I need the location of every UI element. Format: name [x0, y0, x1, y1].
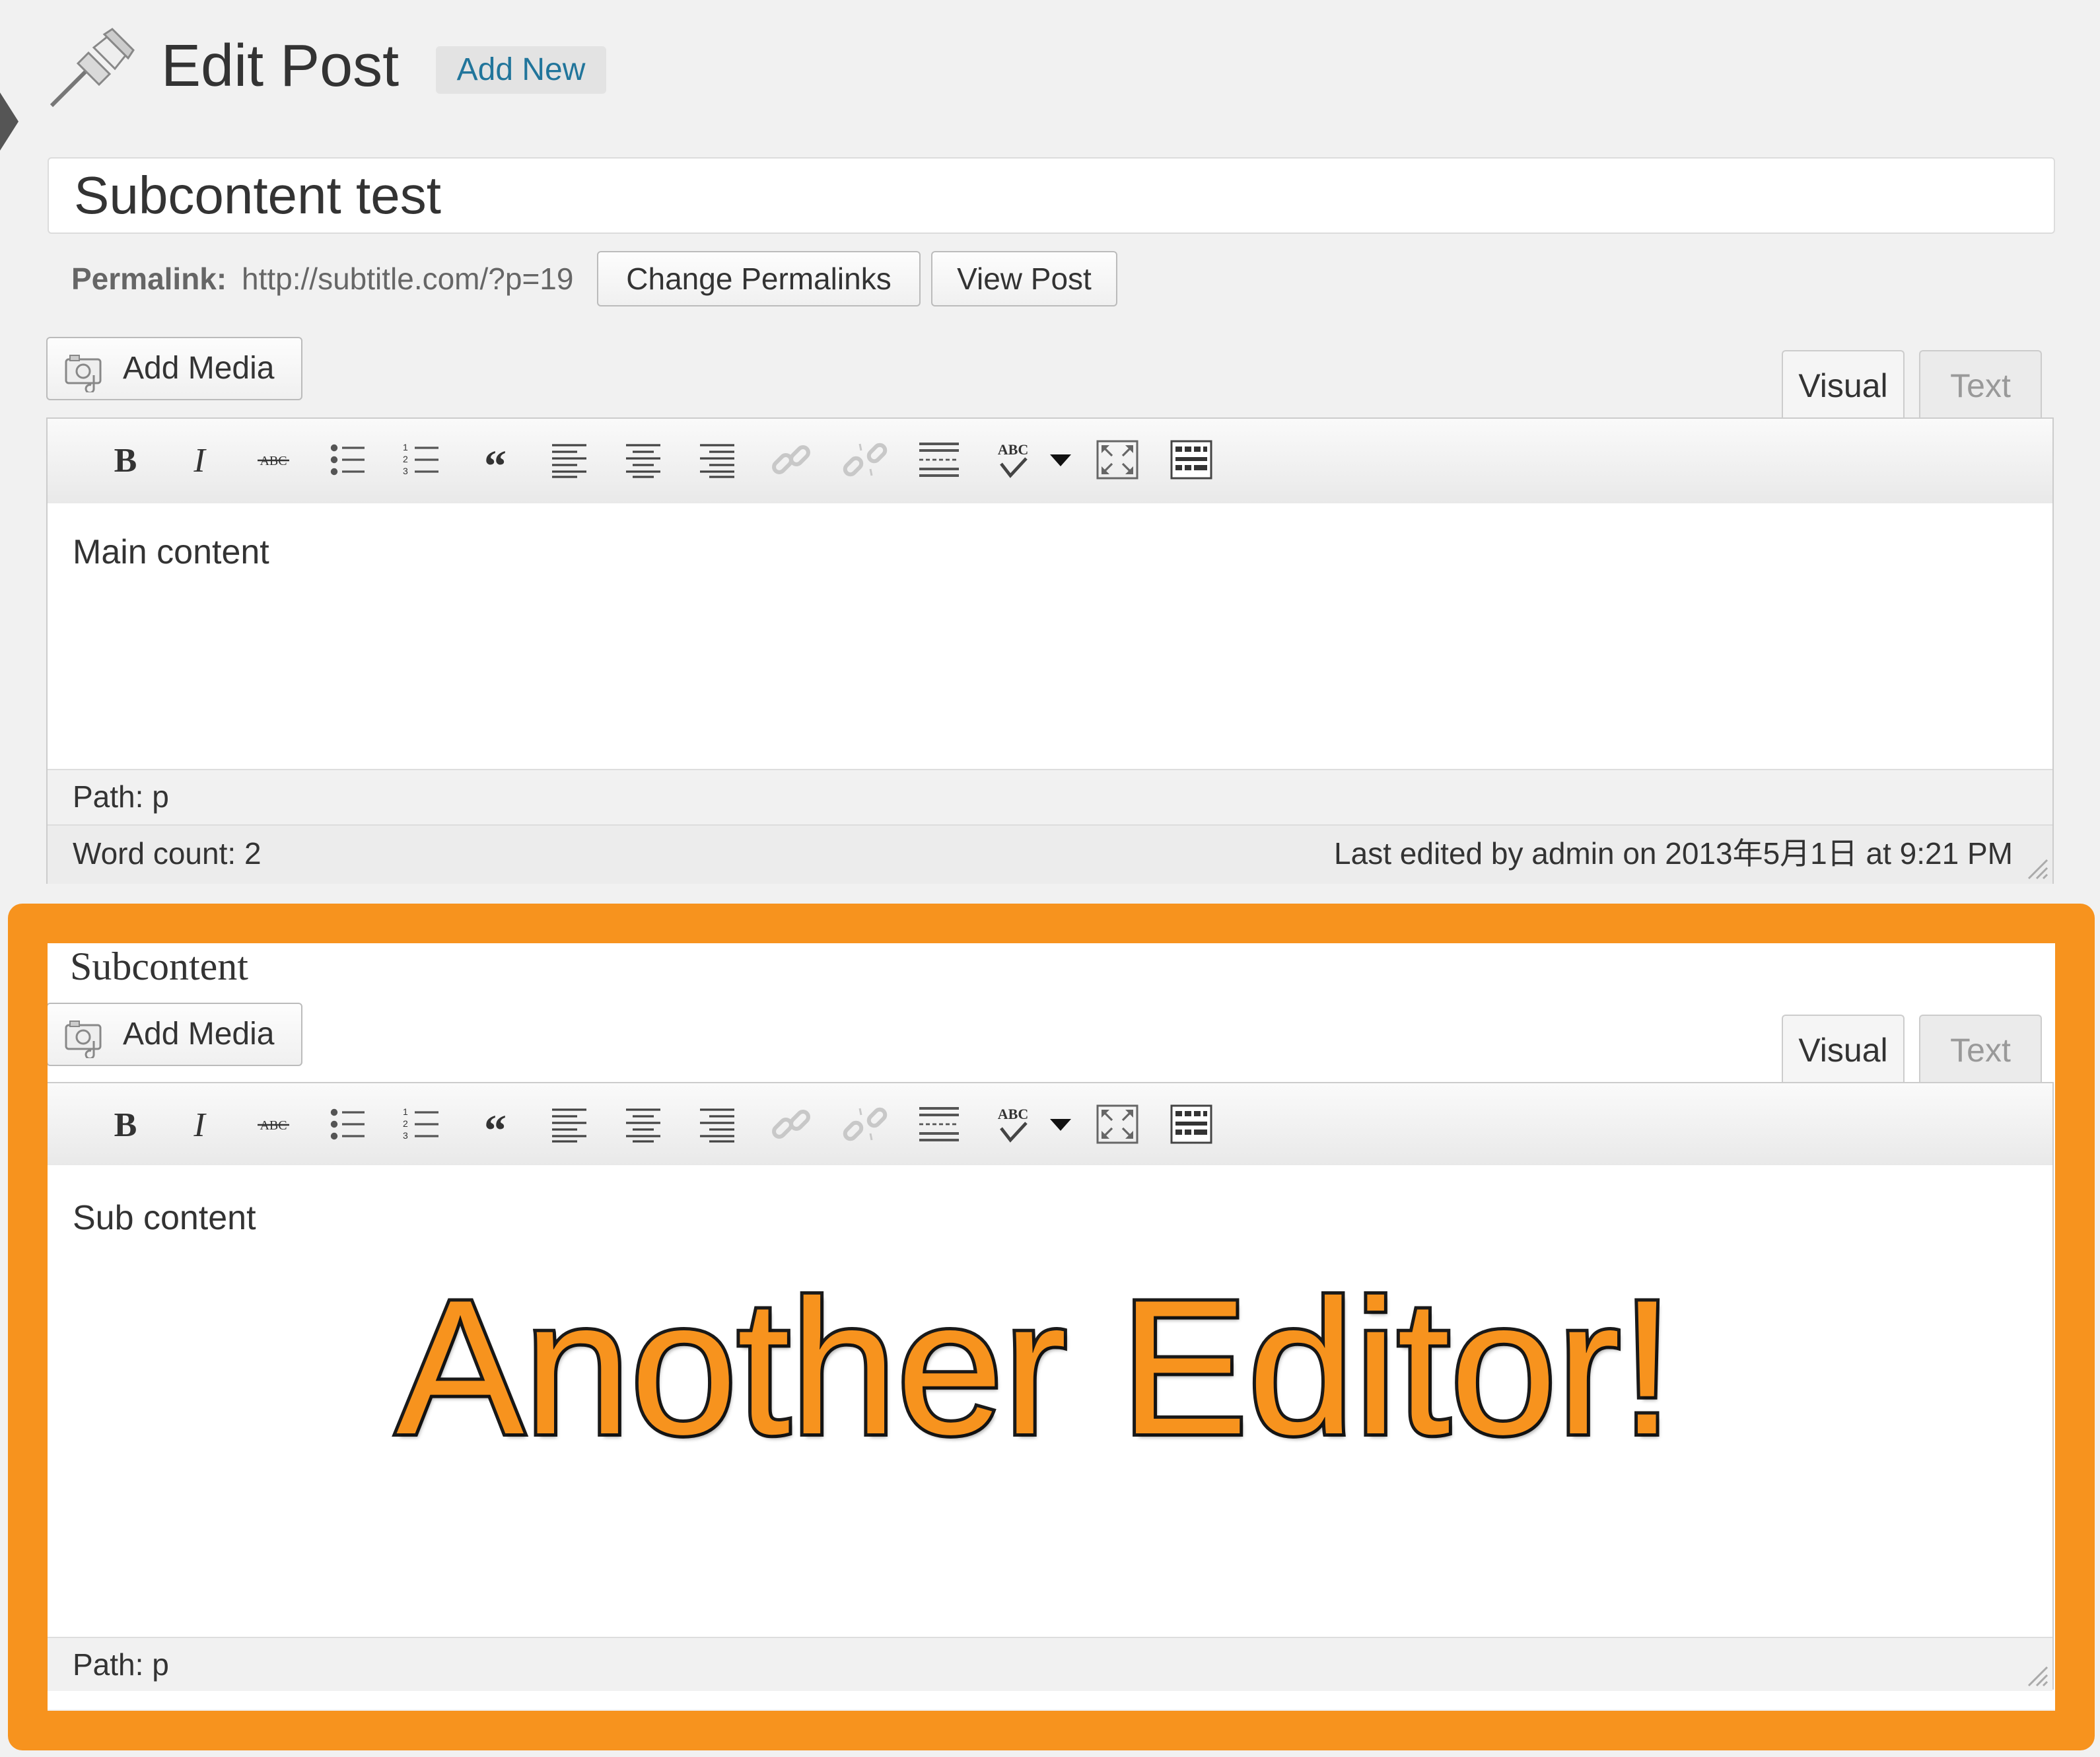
align-left-icon[interactable]	[545, 1100, 593, 1148]
fullscreen-icon[interactable]	[1094, 1100, 1141, 1148]
numbered-list-icon[interactable]	[398, 436, 445, 484]
numbered-list-icon[interactable]	[398, 1100, 445, 1148]
spellcheck-icon[interactable]	[989, 436, 1037, 484]
subcontent-heading: Subcontent	[70, 945, 248, 988]
main-path-bar: Path: p	[48, 769, 2052, 826]
align-center-icon[interactable]	[619, 1100, 667, 1148]
main-editor: Main content Path: p Word count: 2 Last …	[46, 417, 2054, 884]
pushpin-icon	[50, 28, 135, 108]
permalink-url[interactable]: http://subtitle.com/?p=19	[242, 251, 573, 306]
italic-icon[interactable]	[176, 436, 223, 484]
spellcheck-dropdown-icon[interactable]	[1037, 1100, 1084, 1148]
align-left-icon[interactable]	[545, 436, 593, 484]
more-tag-icon[interactable]	[915, 1100, 963, 1148]
main-info-bar: Word count: 2 Last edited by admin on 20…	[48, 824, 2052, 884]
blockquote-icon[interactable]	[472, 1100, 519, 1148]
main-add-media-button[interactable]: Add Media	[46, 337, 302, 400]
resize-handle-icon[interactable]	[2021, 1659, 2050, 1688]
resize-handle-icon[interactable]	[2021, 852, 2050, 881]
admin-menu-arrow	[0, 92, 18, 151]
sub-path-text: Path: p	[73, 1647, 169, 1682]
add-media-label: Add Media	[123, 1017, 275, 1052]
strikethrough-icon[interactable]	[250, 436, 297, 484]
add-media-label: Add Media	[123, 351, 275, 386]
last-edited-text: Last edited by admin on 2013年5月1日 at 9:2…	[1334, 836, 2013, 871]
unlink-icon[interactable]	[841, 1100, 889, 1148]
spellcheck-dropdown-icon[interactable]	[1037, 436, 1084, 484]
main-content-text: Main content	[73, 533, 269, 571]
sub-tab-text[interactable]: Text	[1919, 1015, 2042, 1083]
view-post-button[interactable]: View Post	[931, 251, 1117, 306]
bullet-list-icon[interactable]	[324, 436, 371, 484]
unlink-icon[interactable]	[841, 436, 889, 484]
post-title-input[interactable]	[48, 157, 2055, 234]
align-right-icon[interactable]	[693, 436, 741, 484]
kitchen-sink-icon[interactable]	[1168, 436, 1215, 484]
sub-add-media-button[interactable]: Add Media	[46, 1003, 302, 1066]
sub-tab-visual[interactable]: Visual	[1782, 1015, 1905, 1083]
main-path-text: Path: p	[73, 779, 169, 814]
more-tag-icon[interactable]	[915, 436, 963, 484]
camera-music-icon	[65, 355, 102, 392]
italic-icon[interactable]	[176, 1100, 223, 1148]
change-permalinks-button[interactable]: Change Permalinks	[597, 251, 921, 306]
main-tab-text[interactable]: Text	[1919, 350, 2042, 419]
kitchen-sink-icon[interactable]	[1168, 1100, 1215, 1148]
bold-icon[interactable]	[102, 1100, 149, 1148]
page-title: Edit Post	[161, 33, 400, 99]
strikethrough-icon[interactable]	[250, 1100, 297, 1148]
sub-editor-toolbar	[48, 1083, 2052, 1166]
spellcheck-icon[interactable]	[989, 1100, 1037, 1148]
permalink-label: Permalink:	[71, 262, 227, 296]
annotation-callout: Another Editor!	[393, 1257, 1677, 1478]
align-right-icon[interactable]	[693, 1100, 741, 1148]
main-editor-content[interactable]: Main content	[48, 503, 2052, 769]
camera-music-icon	[65, 1021, 102, 1058]
add-new-button[interactable]: Add New	[436, 46, 606, 94]
main-editor-toolbar	[48, 419, 2052, 505]
sub-content-text: Sub content	[73, 1199, 256, 1237]
bullet-list-icon[interactable]	[324, 1100, 371, 1148]
fullscreen-icon[interactable]	[1094, 436, 1141, 484]
blockquote-icon[interactable]	[472, 436, 519, 484]
link-icon[interactable]	[767, 436, 815, 484]
align-center-icon[interactable]	[619, 436, 667, 484]
bold-icon[interactable]	[102, 436, 149, 484]
main-tab-visual[interactable]: Visual	[1782, 350, 1905, 419]
link-icon[interactable]	[767, 1100, 815, 1148]
word-count: Word count: 2	[73, 836, 262, 871]
sub-path-bar: Path: p	[48, 1637, 2052, 1691]
